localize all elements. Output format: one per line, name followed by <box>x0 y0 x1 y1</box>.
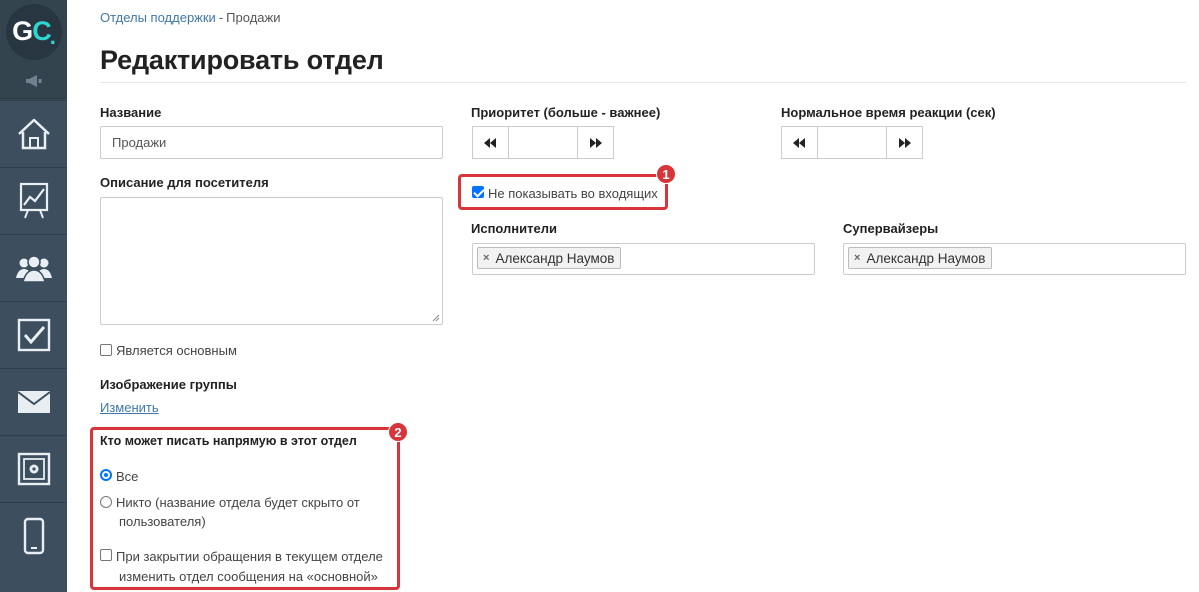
resize-grip-icon[interactable] <box>432 314 440 322</box>
page-title: Редактировать отдел <box>100 45 384 75</box>
tasks-icon <box>17 318 50 352</box>
sidebar-item-analytics[interactable] <box>0 167 67 234</box>
mobile-icon <box>23 517 44 555</box>
supervisors-select[interactable]: × Александр Наумов <box>843 243 1186 275</box>
priority-increase-button[interactable] <box>577 126 614 159</box>
users-icon <box>15 255 52 282</box>
fast-forward-icon <box>590 137 602 148</box>
sidebar-item-users[interactable] <box>0 234 67 301</box>
breadcrumb-current: Продажи <box>226 10 281 25</box>
reaction-time-stepper <box>781 126 923 159</box>
chart-icon <box>19 182 48 219</box>
annotation-box-1 <box>458 174 668 210</box>
rewind-icon <box>484 137 496 148</box>
fast-forward-icon <box>899 137 911 148</box>
logo-circle: GC. <box>5 3 62 60</box>
logo-letter-c: C <box>32 16 51 46</box>
sidebar-item-home[interactable] <box>0 100 67 167</box>
sidebar: GC. <box>0 0 67 592</box>
priority-label: Приоритет (больше - важнее) <box>471 105 661 120</box>
is-main-checkbox[interactable] <box>100 344 112 356</box>
sidebar-item-mobile[interactable] <box>0 502 67 569</box>
priority-input[interactable] <box>509 126 577 159</box>
executor-tag: × Александр Наумов <box>477 247 622 269</box>
breadcrumb-link-departments[interactable]: Отделы поддержки <box>100 10 216 25</box>
home-icon <box>17 118 50 150</box>
logo-dot: . <box>49 23 56 49</box>
title-divider <box>100 82 1186 83</box>
priority-stepper <box>472 126 614 159</box>
reaction-time-label: Нормальное время реакции (сек) <box>781 105 996 120</box>
logo-letter-g: G <box>12 16 33 46</box>
sidebar-item-tasks[interactable] <box>0 301 67 368</box>
safe-icon <box>17 452 50 486</box>
reaction-time-increase-button[interactable] <box>886 126 923 159</box>
sidebar-item-mail[interactable] <box>0 368 67 435</box>
reaction-time-input[interactable] <box>818 126 886 159</box>
executors-select[interactable]: × Александр Наумов <box>472 243 815 275</box>
description-label: Описание для посетителя <box>100 175 269 190</box>
annotation-badge-2: 2 <box>388 422 408 442</box>
annotation-badge-1: 1 <box>656 164 676 184</box>
description-textarea[interactable] <box>100 197 443 325</box>
name-label: Название <box>100 105 162 120</box>
mail-icon <box>16 391 51 413</box>
logo[interactable]: GC. <box>0 0 67 63</box>
reaction-time-decrease-button[interactable] <box>781 126 818 159</box>
breadcrumb: Отделы поддержки - Продажи <box>100 10 280 25</box>
rewind-icon <box>793 137 805 148</box>
sidebar-item-safe[interactable] <box>0 435 67 502</box>
supervisors-label: Супервайзеры <box>843 221 939 236</box>
supervisor-tag-label: Александр Наумов <box>866 250 986 266</box>
name-input[interactable]: Продажи <box>100 126 443 159</box>
group-image-label: Изображение группы <box>100 377 237 392</box>
remove-tag-icon[interactable]: × <box>854 252 860 264</box>
priority-decrease-button[interactable] <box>472 126 509 159</box>
executor-tag-label: Александр Наумов <box>495 250 615 266</box>
supervisor-tag: × Александр Наумов <box>848 247 993 269</box>
is-main-label: Является основным <box>116 343 237 358</box>
change-image-link[interactable]: Изменить <box>100 400 159 415</box>
executors-label: Исполнители <box>471 221 557 236</box>
remove-tag-icon[interactable]: × <box>483 252 489 264</box>
megaphone-icon <box>25 74 41 87</box>
annotation-box-2 <box>90 427 400 590</box>
announcements-button[interactable] <box>0 63 67 99</box>
breadcrumb-separator: - <box>218 10 224 25</box>
